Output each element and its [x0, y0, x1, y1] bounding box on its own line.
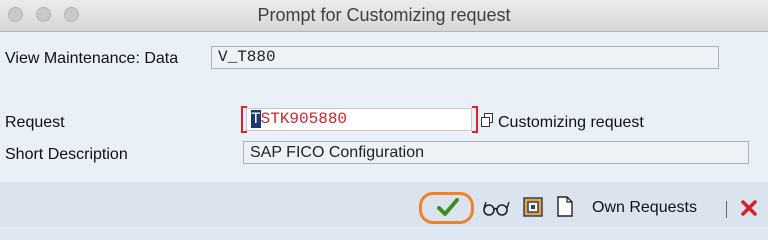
toolbar-separator	[726, 201, 727, 218]
new-request-button[interactable]	[557, 196, 573, 217]
short-description-label: Short Description	[5, 146, 128, 163]
new-document-icon	[557, 196, 573, 217]
create-request-button[interactable]	[523, 197, 543, 217]
request-value: STK905880	[260, 110, 348, 128]
value-help-icon[interactable]	[481, 113, 493, 127]
required-bracket-right	[472, 106, 478, 133]
request-label: Request	[5, 114, 65, 131]
own-requests-button[interactable]: Own Requests	[592, 199, 697, 217]
view-maintenance-field: V_T880	[211, 46, 719, 69]
display-object-list-button[interactable]	[482, 199, 510, 217]
cancel-x-icon	[741, 200, 757, 216]
text-cursor: T	[251, 110, 261, 128]
continue-check-icon	[437, 198, 459, 216]
customizing-request-label: Customizing request	[498, 114, 644, 131]
window-titlebar: Prompt for Customizing request	[0, 0, 768, 32]
cancel-button[interactable]	[740, 199, 758, 217]
continue-button[interactable]	[436, 197, 460, 217]
glasses-icon	[483, 201, 510, 216]
create-request-icon	[523, 197, 543, 217]
request-input[interactable]: TSTK905880	[246, 108, 472, 131]
window-title: Prompt for Customizing request	[257, 5, 511, 25]
view-maintenance-label: View Maintenance: Data	[5, 50, 179, 67]
short-description-field[interactable]: SAP FICO Configuration	[243, 141, 749, 164]
